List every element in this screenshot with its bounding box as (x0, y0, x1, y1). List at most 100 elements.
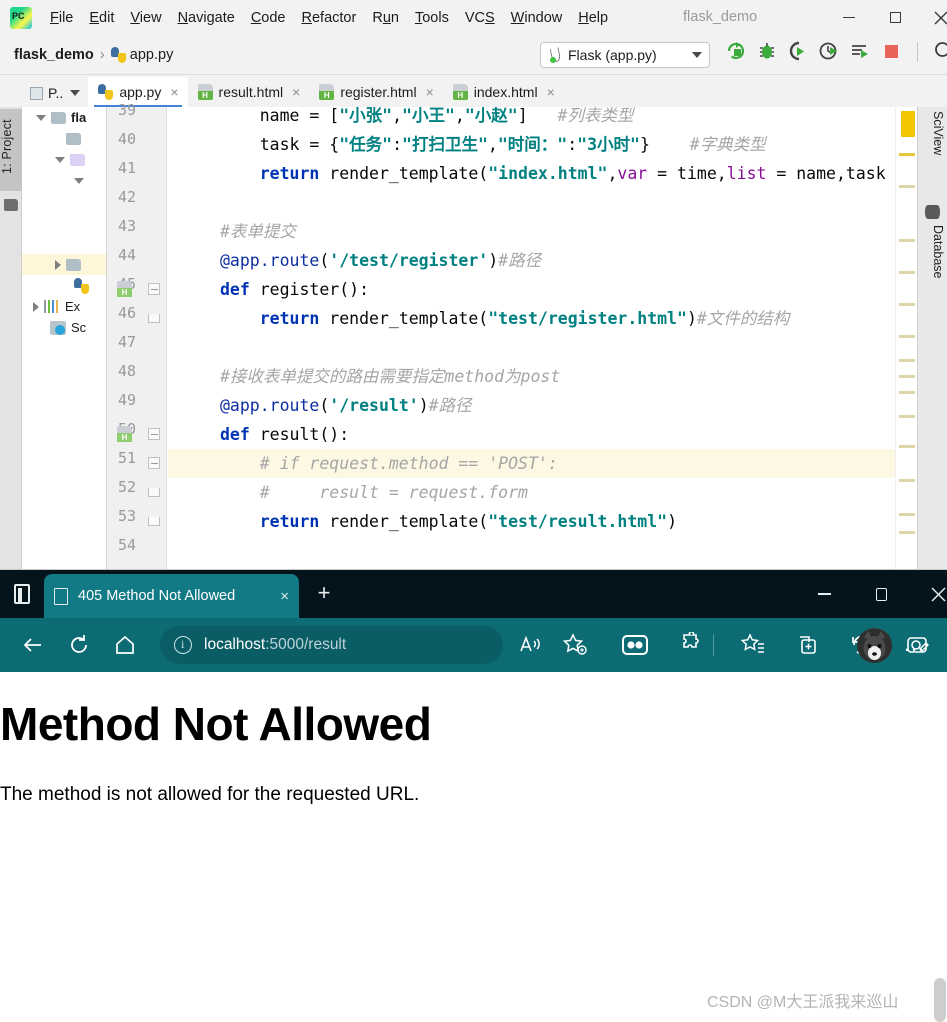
gutter-html-file-icon[interactable] (117, 426, 132, 442)
window-close-button[interactable] (918, 0, 947, 35)
project-panel-tab[interactable]: P.. (22, 79, 89, 107)
favorites-icon[interactable] (734, 626, 772, 664)
code-line[interactable]: #表单提交 (220, 217, 296, 246)
menu-item-vcs[interactable]: VCS (457, 7, 503, 29)
code-line[interactable]: return render_template("test/register.ht… (220, 304, 790, 333)
menu-item-window[interactable]: Window (503, 7, 571, 29)
menu-item-file[interactable]: File (42, 7, 81, 29)
run-configuration-selector[interactable]: Flask (app.py) (540, 42, 710, 68)
chevron-down-icon[interactable] (74, 177, 84, 184)
page-scrollbar-thumb[interactable] (934, 978, 946, 1022)
back-button[interactable] (10, 622, 56, 668)
home-button[interactable] (102, 622, 148, 668)
code-line[interactable]: # result = request.form (220, 478, 528, 507)
site-info-icon[interactable] (174, 636, 192, 654)
browser-tab-active[interactable]: 405 Method Not Allowed × (44, 574, 299, 618)
structure-icon[interactable] (4, 199, 18, 211)
tree-item-external-libraries[interactable]: Ex (22, 296, 106, 317)
code-line[interactable]: name = ["小张","小王","小赵"] #列表类型 (220, 107, 634, 130)
gutter-html-file-icon[interactable] (117, 281, 132, 297)
code-fold-marker[interactable] (146, 281, 162, 297)
tree-item-child-1[interactable] (22, 128, 106, 149)
collections-icon[interactable] (789, 626, 827, 664)
code-line[interactable]: def register(): (220, 275, 369, 304)
code-line[interactable]: return render_template("test/result.html… (220, 507, 677, 536)
chevron-down-icon[interactable] (36, 114, 46, 121)
reload-button[interactable] (56, 622, 102, 668)
profile-icon[interactable] (818, 40, 840, 64)
tab-actions-button[interactable] (0, 570, 44, 618)
read-aloud-icon[interactable] (512, 626, 550, 664)
menu-item-help[interactable]: Help (570, 7, 616, 29)
add-favorite-icon[interactable] (556, 626, 594, 664)
tree-item-child-2[interactable] (22, 149, 106, 170)
editor-tab-result-html[interactable]: result.html × (187, 77, 310, 107)
tree-item-scratches[interactable]: Sc (22, 317, 106, 338)
ide-navigation-bar: flask_demo › app.py Flask (app.py) (0, 35, 947, 75)
tree-item-child-3[interactable] (22, 170, 106, 191)
code-line[interactable]: @app.route('/test/register')#路径 (220, 246, 541, 275)
menu-item-edit[interactable]: Edit (81, 7, 122, 29)
tree-item-selected[interactable] (22, 254, 106, 275)
code-editor[interactable]: name = ["小张","小王","小赵"] #列表类型 task = {"任… (168, 107, 895, 569)
code-fold-marker[interactable] (146, 484, 162, 500)
address-bar[interactable]: localhost:5000/result (160, 626, 503, 664)
run-with-coverage-icon[interactable] (787, 40, 809, 64)
close-icon[interactable]: × (292, 84, 300, 100)
sidebar-tab-project[interactable]: 1: Project (0, 109, 22, 191)
code-fold-marker[interactable] (146, 513, 162, 529)
editor-scrollbar[interactable] (895, 107, 917, 569)
extensions-icon[interactable] (672, 626, 710, 664)
code-line[interactable]: @app.route('/result')#路径 (220, 391, 472, 420)
rerun-icon[interactable] (725, 40, 747, 64)
breadcrumb-file[interactable]: app.py (110, 46, 174, 63)
split-screen-icon[interactable] (616, 626, 654, 664)
code-line[interactable]: return render_template("index.html",var … (220, 159, 886, 188)
code-line[interactable]: def result(): (220, 420, 349, 449)
browser-close-button[interactable] (912, 570, 947, 618)
sidebar-tab-database[interactable]: Database (919, 225, 945, 279)
window-maximize-button[interactable] (872, 0, 918, 35)
code-fold-marker[interactable] (146, 310, 162, 326)
search-everywhere-icon[interactable] (933, 40, 947, 64)
run-dashboard-icon[interactable] (849, 40, 871, 64)
stop-icon[interactable] (880, 40, 902, 64)
code-token-pl: ) (667, 512, 677, 531)
profile-avatar[interactable] (857, 628, 892, 663)
menu-item-tools[interactable]: Tools (407, 7, 457, 29)
code-token-pl: ) (488, 251, 499, 270)
menu-item-navigate[interactable]: Navigate (170, 7, 243, 29)
project-tree-panel[interactable]: fla Ex Sc (22, 107, 107, 569)
menu-item-view[interactable]: View (122, 7, 169, 29)
code-line[interactable]: #接收表单提交的路由需要指定method为post (220, 362, 560, 391)
close-icon[interactable]: × (547, 84, 555, 100)
menu-item-run[interactable]: Run (364, 7, 407, 29)
sidebar-tab-sciview[interactable]: SciView (919, 111, 945, 155)
editor-gutter[interactable]: 39404142434445464748495051525354 (107, 101, 167, 569)
menu-item-refactor[interactable]: Refactor (294, 7, 365, 29)
editor-tab-index-html[interactable]: index.html × (442, 77, 564, 107)
close-icon[interactable]: × (170, 84, 178, 100)
tree-item-python-file[interactable] (22, 275, 106, 296)
browser-maximize-button[interactable] (855, 570, 907, 618)
chevron-down-icon[interactable] (55, 156, 65, 163)
close-icon[interactable]: × (280, 588, 289, 605)
breadcrumb-project[interactable]: flask_demo (14, 47, 94, 63)
browser-minimize-button[interactable] (798, 570, 850, 618)
chevron-right-icon[interactable] (33, 301, 39, 312)
code-line[interactable]: task = {"任务":"打扫卫生","时间：":"3小时"} #字典类型 (220, 130, 766, 159)
menu-item-code[interactable]: Code (243, 7, 294, 29)
close-icon[interactable]: × (426, 84, 434, 100)
breadcrumb-file-label: app.py (129, 46, 174, 63)
code-fold-marker[interactable] (146, 426, 162, 442)
debug-icon[interactable] (756, 40, 778, 64)
new-tab-button[interactable]: + (312, 582, 336, 606)
browser-settings-more-button[interactable]: … (903, 633, 927, 655)
scrollbar-thumb[interactable] (901, 111, 915, 137)
code-fold-marker[interactable] (146, 455, 162, 471)
tree-item-root[interactable]: fla (22, 107, 106, 128)
editor-tab-register-html[interactable]: register.html × (309, 77, 443, 107)
window-minimize-button[interactable] (826, 0, 872, 35)
chevron-right-icon[interactable] (55, 259, 61, 270)
code-line[interactable]: # if request.method == 'POST': (220, 449, 558, 478)
